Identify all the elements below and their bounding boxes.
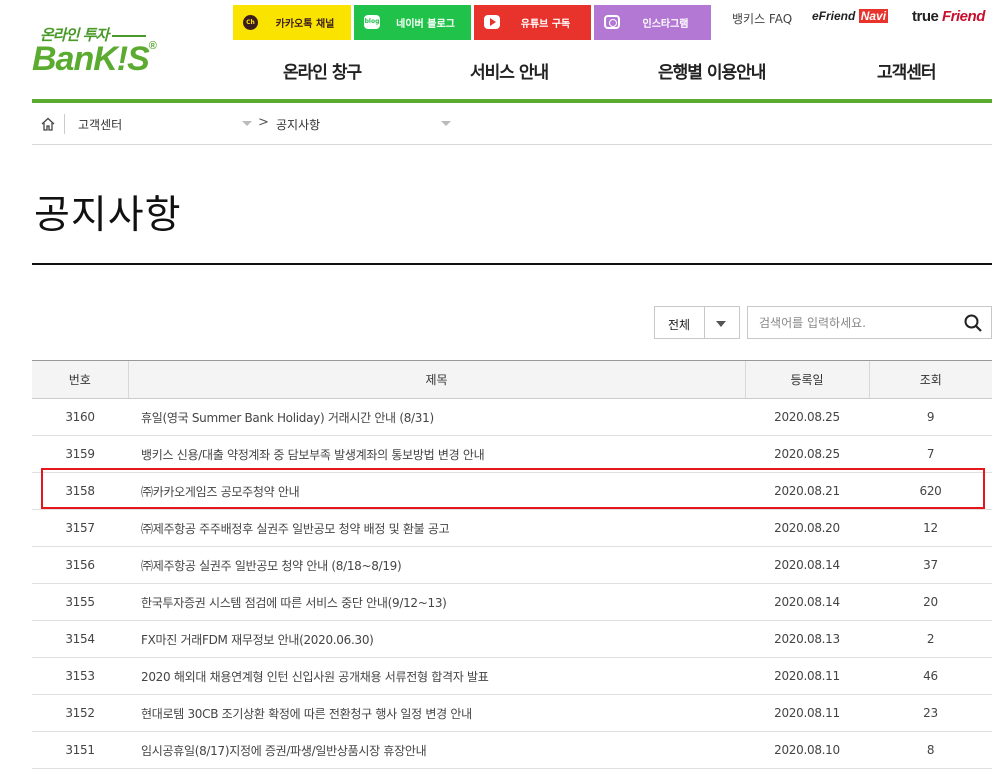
notice-table: 번호 제목 등록일 조회 3160 휴일(영국 Summer Bank Holid… (32, 360, 992, 769)
row-number: 3154 (32, 620, 128, 658)
page-title: 공지사항 (34, 193, 182, 238)
main-nav: 온라인 창구 서비스 안내 은행별 이용안내 고객센터 (0, 58, 1003, 84)
nav-bank-guide[interactable]: 은행별 이용안내 (658, 58, 766, 83)
dropdown-arrow-icon[interactable] (441, 121, 451, 126)
row-date: 2020.08.13 (745, 620, 869, 658)
row-number: 3152 (32, 694, 128, 732)
row-title-link[interactable]: FX마진 거래FDM 재무정보 안내(2020.06.30) (128, 620, 745, 658)
row-date: 2020.08.25 (745, 435, 869, 473)
efriend-prefix: eFriend (812, 9, 856, 23)
header-views: 조회 (868, 360, 992, 399)
row-date: 2020.08.14 (745, 583, 869, 621)
row-views: 8 (869, 731, 992, 769)
logo-reg: ® (148, 40, 157, 52)
efriend-navi-link[interactable]: eFriend Navi (812, 9, 889, 23)
table-row[interactable]: 3154 FX마진 거래FDM 재무정보 안내(2020.06.30) 2020.0… (32, 620, 992, 658)
header-number: 번호 (32, 360, 128, 399)
row-views: 2 (869, 620, 992, 658)
table-row[interactable]: 3160 휴일(영국 Summer Bank Holiday) 거래시간 안내 (… (32, 398, 992, 436)
nav-divider (32, 99, 992, 103)
search-scope-value: 전체 (668, 318, 691, 332)
home-icon[interactable] (40, 116, 56, 132)
row-views: 9 (869, 398, 992, 436)
row-date: 2020.08.11 (745, 694, 869, 732)
row-title-link[interactable]: 뱅키스 신용/대출 약정계좌 중 담보부족 발생계좌의 통보방법 변경 안내 (128, 435, 745, 473)
row-date: 2020.08.25 (745, 398, 869, 436)
row-views: 37 (869, 546, 992, 584)
row-number: 3160 (32, 398, 128, 436)
breadcrumb-level2[interactable]: 공지사항 (276, 116, 320, 133)
search-box (747, 306, 992, 339)
naver-blog-button[interactable]: blog 네이버 블로그 (354, 5, 471, 40)
select-divider (704, 307, 705, 338)
instagram-label: 인스타그램 (642, 19, 689, 30)
row-number: 3151 (32, 731, 128, 769)
nav-online-counter[interactable]: 온라인 창구 (283, 58, 362, 83)
header-title: 제목 (127, 360, 745, 399)
table-row[interactable]: 3157 ㈜제주항공 주주배정후 실권주 일반공모 청약 배정 및 환불 공고 20… (32, 509, 992, 547)
instagram-button[interactable]: 인스타그램 (594, 5, 711, 40)
table-row[interactable]: 3159 뱅키스 신용/대출 약정계좌 중 담보부족 발생계좌의 통보방법 변경 … (32, 435, 992, 473)
efriend-suffix: Navi (858, 9, 889, 23)
nav-service-guide[interactable]: 서비스 안내 (470, 58, 549, 83)
table-row[interactable]: 3155 한국투자증권 시스템 점검에 따른 서비스 중단 안내(9/12~13)… (32, 583, 992, 621)
search-scope-select[interactable]: 전체 (654, 306, 740, 339)
bankis-faq-link[interactable]: 뱅키스 FAQ (732, 10, 792, 27)
row-title-link[interactable]: ㈜제주항공 실권주 일반공모 청약 안내 (8/18~8/19) (128, 546, 745, 584)
table-row[interactable]: 3158 ㈜카카오게임즈 공모주청약 안내 2020.08.21 620 (32, 472, 992, 510)
row-date: 2020.08.21 (745, 472, 869, 510)
row-date: 2020.08.11 (745, 657, 869, 695)
row-views: 620 (869, 472, 992, 510)
youtube-label: 유튜브 구독 (520, 19, 571, 30)
kakao-channel-label: 카카오톡 채널 (275, 19, 335, 30)
row-number: 3158 (32, 472, 128, 510)
table-row[interactable]: 3151 임시공휴일(8/17)지정에 증권/파생/일반상품시장 휴장안내 2020… (32, 731, 992, 769)
dropdown-arrow-icon[interactable] (242, 121, 252, 126)
row-date: 2020.08.10 (745, 731, 869, 769)
title-divider (32, 263, 992, 265)
chevron-down-icon (716, 321, 726, 327)
row-title-link[interactable]: ㈜카카오게임즈 공모주청약 안내 (128, 472, 745, 510)
table-header-row: 번호 제목 등록일 조회 (32, 360, 992, 399)
row-title-link[interactable]: 2020 해외대 채용연계형 인턴 신입사원 공개채용 서류전형 합격자 발표 (128, 657, 745, 695)
row-number: 3156 (32, 546, 128, 584)
row-number: 3155 (32, 583, 128, 621)
table-row[interactable]: 3156 ㈜제주항공 실권주 일반공모 청약 안내 (8/18~8/19) 2020… (32, 546, 992, 584)
row-title-link[interactable]: 현대로템 30CB 조기상환 확정에 따른 전환청구 행사 일정 변경 안내 (128, 694, 745, 732)
truefriend-prefix: true (912, 8, 939, 25)
nav-customer-center[interactable]: 고객센터 (877, 58, 937, 83)
breadcrumb-level1[interactable]: 고객센터 (78, 116, 122, 133)
truefriend-link[interactable]: true Friend (912, 8, 985, 25)
row-views: 46 (869, 657, 992, 695)
row-date: 2020.08.14 (745, 546, 869, 584)
naver-blog-label: 네이버 블로그 (396, 19, 455, 30)
row-number: 3153 (32, 657, 128, 695)
breadcrumb-divider (64, 114, 65, 134)
youtube-button[interactable]: 유튜브 구독 (474, 5, 591, 40)
kakao-channel-button[interactable]: Ch 카카오톡 채널 (233, 5, 351, 40)
header-date: 등록일 (744, 360, 869, 399)
row-title-link[interactable]: 임시공휴일(8/17)지정에 증권/파생/일반상품시장 휴장안내 (128, 731, 745, 769)
row-views: 7 (869, 435, 992, 473)
search-icon[interactable] (964, 314, 982, 332)
row-number: 3157 (32, 509, 128, 547)
row-date: 2020.08.20 (745, 509, 869, 547)
chevron-right-icon: > (258, 115, 269, 130)
row-views: 12 (869, 509, 992, 547)
breadcrumb: 고객센터 > 공지사항 (32, 104, 992, 145)
row-title-link[interactable]: 휴일(영국 Summer Bank Holiday) 거래시간 안내 (8/31… (128, 398, 745, 436)
row-views: 20 (869, 583, 992, 621)
search-input[interactable] (759, 314, 949, 332)
truefriend-suffix: Friend (942, 8, 985, 25)
table-row[interactable]: 3152 현대로템 30CB 조기상환 확정에 따른 전환청구 행사 일정 변경 … (32, 694, 992, 732)
table-row[interactable]: 3153 2020 해외대 채용연계형 인턴 신입사원 공개채용 서류전형 합격자… (32, 657, 992, 695)
row-number: 3159 (32, 435, 128, 473)
row-views: 23 (869, 694, 992, 732)
row-title-link[interactable]: ㈜제주항공 주주배정후 실권주 일반공모 청약 배정 및 환불 공고 (128, 509, 745, 547)
row-title-link[interactable]: 한국투자증권 시스템 점검에 따른 서비스 중단 안내(9/12~13) (128, 583, 745, 621)
